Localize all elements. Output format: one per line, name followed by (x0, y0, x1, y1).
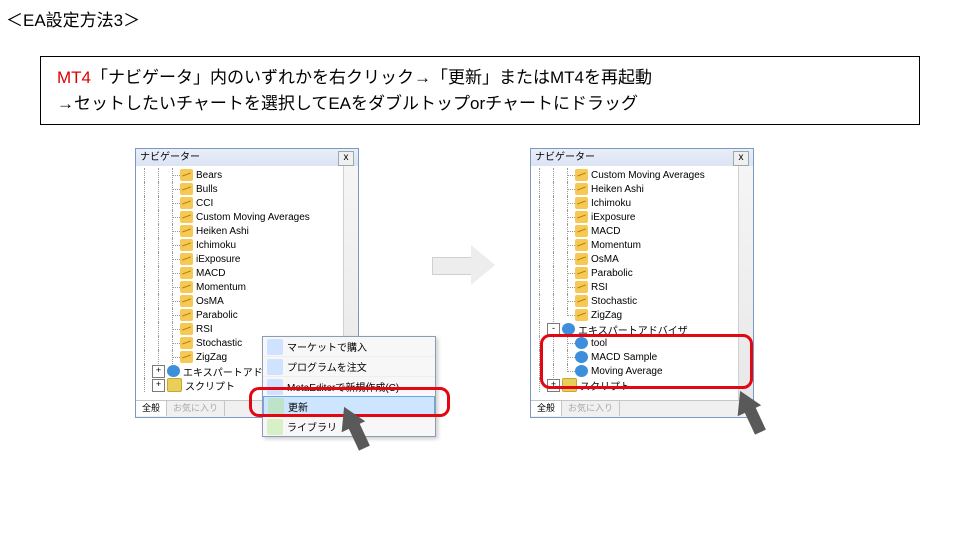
indicator-icon (180, 337, 193, 349)
indicator-icon (180, 183, 193, 195)
tree-item[interactable]: Ichimoku (533, 196, 751, 210)
indicator-icon (180, 295, 193, 307)
tree-item[interactable]: Moving Average (533, 364, 751, 378)
expand-icon[interactable]: + (152, 379, 165, 392)
close-icon[interactable]: x (733, 151, 749, 166)
indicator-icon (180, 267, 193, 279)
tree-item[interactable]: CCI (138, 196, 356, 210)
folder-icon (167, 378, 182, 392)
indicator-icon (180, 309, 193, 321)
refresh-icon (268, 398, 284, 414)
tree-item[interactable]: RSI (533, 280, 751, 294)
tree-item[interactable]: Momentum (533, 238, 751, 252)
order-icon (267, 359, 283, 375)
indicator-icon (575, 211, 588, 223)
indicator-icon (180, 239, 193, 251)
scrollbar[interactable] (738, 166, 753, 401)
tree-item[interactable]: Heiken Ashi (138, 224, 356, 238)
menu-item-buy[interactable]: マーケットで購入 (263, 337, 435, 356)
tree-group[interactable]: +スクリプト (533, 378, 751, 392)
navigator-panel-after: ナビゲーター x Custom Moving AveragesHeiken As… (530, 148, 754, 418)
tree-item[interactable]: MACD (533, 224, 751, 238)
indicator-icon (575, 337, 588, 349)
indicator-icon (575, 169, 588, 181)
tree-item[interactable]: Heiken Ashi (533, 182, 751, 196)
indicator-icon (180, 197, 193, 209)
indicator-icon (575, 365, 588, 377)
indicator-icon (575, 239, 588, 251)
indicator-icon (180, 225, 193, 237)
tree-item[interactable]: Ichimoku (138, 238, 356, 252)
expand-icon[interactable]: + (547, 379, 560, 392)
tab-favorites[interactable]: お気に入り (562, 401, 620, 416)
tree-item[interactable]: MACD Sample (533, 350, 751, 364)
indicator-icon (180, 281, 193, 293)
library-icon (267, 419, 283, 435)
tree-group[interactable]: -エキスパートアドバイザ (533, 322, 751, 336)
instruction-line-2: →セットしたいチャートを選択してEAをダブルトップorチャートにドラッグ (57, 91, 903, 117)
expand-icon[interactable]: + (152, 365, 165, 378)
tab-all[interactable]: 全般 (136, 400, 167, 416)
tab-all[interactable]: 全般 (531, 400, 562, 416)
tree-item[interactable]: RSI (138, 322, 356, 336)
indicator-icon (180, 351, 193, 363)
page-title: ＜EA設定方法3＞ (6, 6, 140, 31)
tree-item[interactable]: Momentum (138, 280, 356, 294)
folder-icon (562, 323, 575, 335)
indicator-icon (575, 281, 588, 293)
panel-tabs: 全般お気に入り (531, 400, 753, 417)
panel-title: ナビゲーター (535, 152, 595, 163)
panel-header[interactable]: ナビゲーター x (136, 149, 358, 167)
arrow-right-icon (432, 245, 498, 285)
tree-item[interactable]: Parabolic (138, 308, 356, 322)
panel-header[interactable]: ナビゲーター x (531, 149, 753, 167)
tab-favorites[interactable]: お気に入り (167, 401, 225, 416)
close-icon[interactable]: x (338, 151, 354, 166)
mt4-label: MT4 (57, 68, 91, 87)
indicator-icon (575, 295, 588, 307)
menu-item-order[interactable]: プログラムを注文 (263, 356, 435, 376)
indicator-icon (180, 169, 193, 181)
tree-item[interactable]: ZigZag (533, 308, 751, 322)
indicator-icon (575, 309, 588, 321)
indicator-icon (575, 183, 588, 195)
indicator-icon (575, 197, 588, 209)
indicator-icon (575, 253, 588, 265)
indicator-icon (575, 267, 588, 279)
indicator-icon (575, 351, 588, 363)
tree-item[interactable]: iExposure (533, 210, 751, 224)
menu-item-metaeditor[interactable]: MetaEditorで新規作成(C) (263, 376, 435, 396)
panel-title: ナビゲーター (140, 152, 200, 163)
tree-item[interactable]: MACD (138, 266, 356, 280)
edit-icon (267, 379, 283, 395)
tree-item[interactable]: iExposure (138, 252, 356, 266)
panel-body: Custom Moving AveragesHeiken AshiIchimok… (531, 166, 753, 401)
expand-icon[interactable]: - (547, 323, 560, 336)
cart-icon (267, 339, 283, 355)
tree-item[interactable]: tool (533, 336, 751, 350)
indicator-icon (180, 323, 193, 335)
indicator-icon (180, 253, 193, 265)
tree-item[interactable]: Bulls (138, 182, 356, 196)
tree-item[interactable]: OsMA (533, 252, 751, 266)
folder-icon (167, 365, 180, 377)
tree-item[interactable]: Stochastic (533, 294, 751, 308)
indicator-icon (575, 225, 588, 237)
tree-item[interactable]: Bears (138, 168, 356, 182)
instruction-callout: MT4「ナビゲータ」内のいずれかを右クリック→「更新」またはMT4を再起動 →セ… (40, 56, 920, 125)
navigator-tree-after: Custom Moving AveragesHeiken AshiIchimok… (531, 166, 753, 394)
tree-item[interactable]: OsMA (138, 294, 356, 308)
instruction-line-1: MT4「ナビゲータ」内のいずれかを右クリック→「更新」またはMT4を再起動 (57, 65, 903, 91)
tree-item[interactable]: Parabolic (533, 266, 751, 280)
folder-icon (562, 378, 577, 392)
tree-item[interactable]: Custom Moving Averages (138, 210, 356, 224)
tree-item[interactable]: Custom Moving Averages (533, 168, 751, 182)
indicator-icon (180, 211, 193, 223)
